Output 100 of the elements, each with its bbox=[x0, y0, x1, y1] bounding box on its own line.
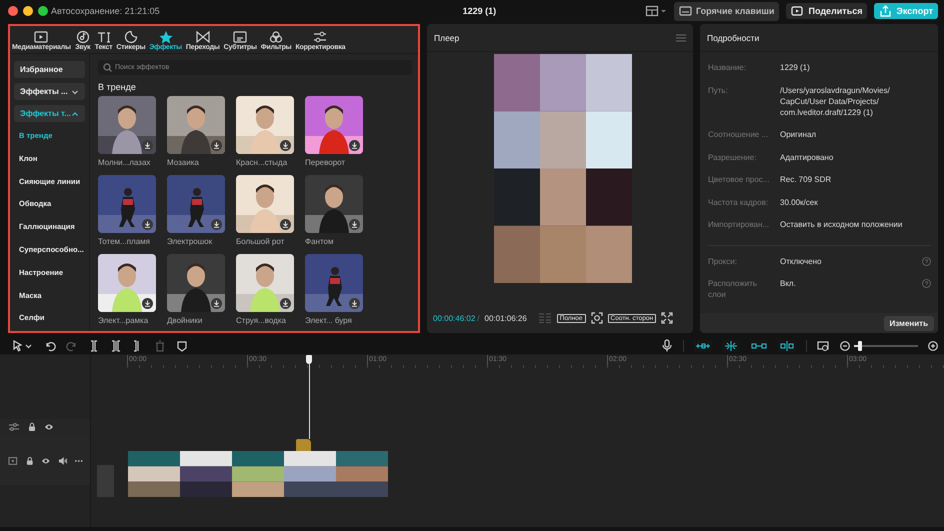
edit-button[interactable]: Изменить bbox=[884, 316, 934, 330]
detail-label: Путь: bbox=[708, 84, 729, 96]
star-icon bbox=[158, 30, 174, 44]
download-icon[interactable] bbox=[280, 298, 291, 309]
layout-icon[interactable] bbox=[644, 5, 667, 17]
eye-icon[interactable] bbox=[44, 422, 54, 432]
text-icon bbox=[96, 30, 112, 44]
detail-label: Разрешение: bbox=[708, 152, 758, 162]
time-separator: / bbox=[477, 314, 480, 322]
detail-value: /Users/yaroslavdragun/Movies/ CapCut/User Data/Projects/ com.lveditor.draft/1229 (1) bbox=[780, 84, 891, 118]
eye-icon[interactable] bbox=[41, 456, 51, 466]
detail-value: Отключено bbox=[780, 256, 822, 266]
hotkeys-button[interactable]: Горячие клавиши bbox=[674, 2, 780, 20]
sidebar-item[interactable]: Избранное bbox=[14, 61, 85, 78]
lock-icon[interactable] bbox=[27, 422, 37, 432]
search-icon bbox=[103, 63, 112, 72]
panel-title: Плеер bbox=[434, 32, 460, 42]
detail-label: Импортирован... bbox=[708, 219, 770, 230]
speaker-icon[interactable] bbox=[58, 456, 68, 466]
effect-thumbnail[interactable] bbox=[167, 254, 225, 312]
effect-label: Фантом bbox=[305, 237, 334, 248]
preview-icon[interactable] bbox=[817, 340, 830, 352]
detail-value: Rec. 709 SDR bbox=[780, 174, 832, 185]
effect-label: Молни...лазах bbox=[98, 158, 152, 169]
detail-value: Оригинал bbox=[780, 129, 818, 140]
download-icon[interactable] bbox=[349, 140, 360, 151]
sticker-icon bbox=[122, 30, 139, 44]
sliders-icon bbox=[312, 30, 328, 44]
microphone-icon[interactable] bbox=[661, 339, 673, 352]
bowtie-icon bbox=[194, 30, 211, 44]
download-icon[interactable] bbox=[349, 298, 360, 309]
effect-label: Струя...водка bbox=[236, 316, 287, 327]
detail-label: Цветовое прос... bbox=[708, 174, 770, 185]
download-icon[interactable] bbox=[211, 140, 222, 151]
current-time: 00:00:46:02 bbox=[433, 314, 476, 322]
upload-icon bbox=[879, 5, 892, 17]
detail-label: Расположить слои bbox=[708, 278, 758, 300]
trash-icon[interactable] bbox=[154, 340, 166, 352]
detail-label: Частота кадров: bbox=[708, 196, 770, 208]
subtitles-icon bbox=[232, 30, 248, 44]
detail-label: Соотношение ... bbox=[708, 129, 770, 140]
detail-value: Оставить в исходном положении bbox=[780, 219, 904, 230]
zoom-in-icon[interactable] bbox=[928, 340, 938, 350]
split-icon[interactable] bbox=[88, 340, 100, 352]
category-dropdown[interactable]: Эффекты ... bbox=[14, 83, 85, 100]
effect-clip[interactable] bbox=[296, 439, 311, 451]
adjust-icon[interactable] bbox=[8, 422, 20, 432]
play-icon bbox=[791, 5, 804, 17]
detail-value: 1229 (1) bbox=[780, 62, 811, 73]
effect-label: Двойники bbox=[167, 316, 204, 327]
redo-icon[interactable] bbox=[66, 340, 78, 352]
zoom-out-icon[interactable] bbox=[840, 340, 850, 350]
share-button[interactable]: Поделиться bbox=[786, 3, 868, 19]
lock-icon[interactable] bbox=[24, 456, 34, 466]
effect-label: Тотем...пламя bbox=[98, 237, 152, 248]
playhead-handle[interactable] bbox=[306, 355, 312, 364]
effect-thumbnail[interactable] bbox=[98, 254, 156, 312]
effect-thumbnail[interactable] bbox=[98, 96, 156, 154]
effect-thumbnail[interactable] bbox=[236, 96, 294, 154]
circles-icon bbox=[268, 30, 284, 44]
category-dropdown[interactable]: Эффекты т... bbox=[14, 105, 85, 122]
cursor-icon[interactable] bbox=[12, 340, 34, 352]
effect-label: Электрошок bbox=[167, 237, 214, 248]
minimize-icon[interactable] bbox=[23, 6, 33, 16]
cover-icon[interactable] bbox=[8, 456, 18, 466]
menu-icon[interactable] bbox=[676, 34, 686, 42]
close-icon[interactable] bbox=[8, 6, 18, 16]
effect-label: Большой рот bbox=[236, 237, 286, 248]
download-icon[interactable] bbox=[280, 219, 291, 230]
focus-icon[interactable] bbox=[590, 312, 603, 324]
effect-thumbnail[interactable] bbox=[167, 96, 225, 154]
split-left-icon[interactable] bbox=[110, 340, 122, 352]
effect-thumbnail[interactable] bbox=[236, 254, 294, 312]
play-icon bbox=[33, 30, 50, 44]
autosave-status: Автосохранение: 21:21:05 bbox=[51, 6, 160, 16]
download-icon[interactable] bbox=[280, 140, 291, 151]
download-icon[interactable] bbox=[349, 219, 360, 230]
effect-thumbnail[interactable] bbox=[305, 175, 363, 233]
effect-thumbnail[interactable] bbox=[305, 96, 363, 154]
effect-thumbnail[interactable] bbox=[167, 175, 225, 233]
download-icon[interactable] bbox=[211, 219, 222, 230]
fullscreen-icon[interactable] bbox=[661, 312, 674, 324]
download-icon[interactable] bbox=[142, 140, 153, 151]
effect-label: Мозаика bbox=[167, 158, 200, 169]
maximize-icon[interactable] bbox=[38, 6, 48, 16]
undo-icon[interactable] bbox=[44, 340, 56, 352]
download-icon[interactable] bbox=[142, 219, 153, 230]
effect-thumbnail[interactable] bbox=[236, 175, 294, 233]
effect-thumbnail[interactable] bbox=[305, 254, 363, 312]
section-title: В тренде bbox=[98, 82, 137, 92]
download-icon[interactable] bbox=[142, 298, 153, 309]
effect-label: Элект...рамка bbox=[98, 316, 150, 327]
duration-time: 00:01:06:26 bbox=[484, 314, 527, 322]
shield-icon[interactable] bbox=[176, 340, 188, 352]
detail-label: Название: bbox=[708, 62, 747, 73]
effect-thumbnail[interactable] bbox=[98, 175, 156, 233]
effect-label: Красн...стыда bbox=[236, 158, 288, 169]
download-icon[interactable] bbox=[211, 298, 222, 309]
help-icon bbox=[922, 279, 931, 288]
detail-value: Вкл. bbox=[780, 278, 797, 289]
